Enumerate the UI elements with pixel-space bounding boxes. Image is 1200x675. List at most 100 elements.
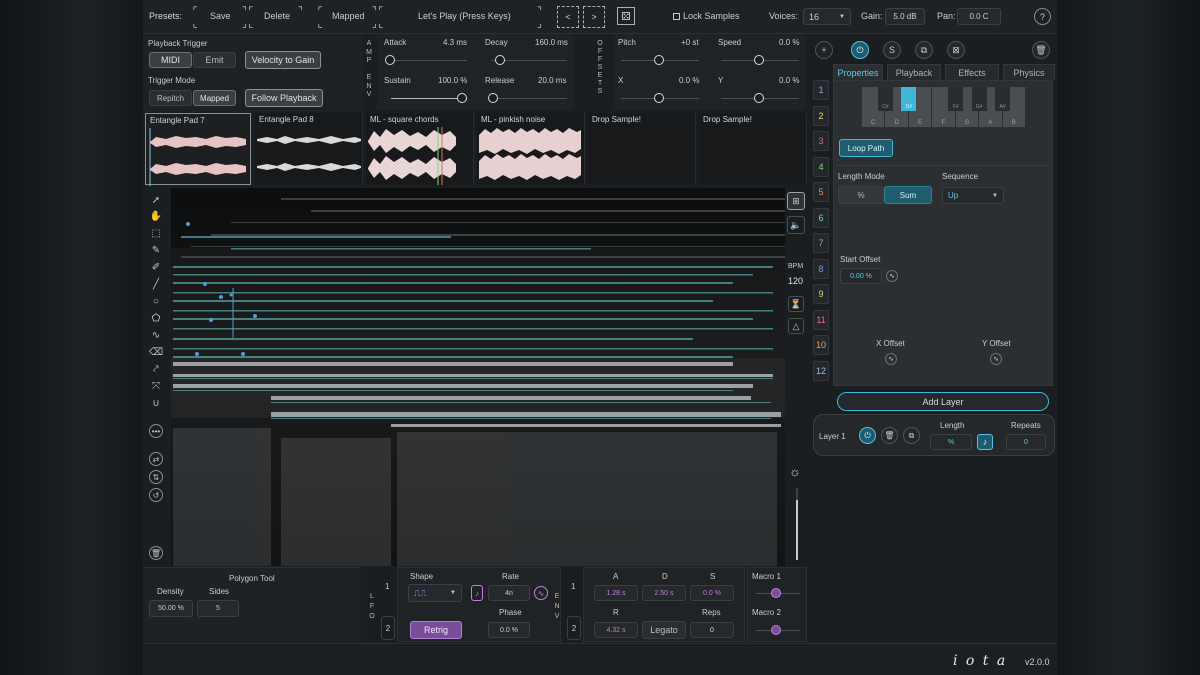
lfo-rate-field[interactable]: 4n: [488, 585, 530, 601]
sustain-slider-knob[interactable]: [457, 93, 467, 103]
sequence-dropdown[interactable]: Up ▼: [942, 187, 1004, 204]
metronome-icon[interactable]: ⏳: [788, 296, 804, 312]
layer-number-12[interactable]: 12: [813, 360, 829, 381]
loop-path-button[interactable]: Loop Path: [839, 139, 893, 157]
spectrogram-canvas[interactable]: [171, 188, 785, 566]
lfo-mod-icon[interactable]: ∿: [534, 586, 548, 600]
lfo-phase-field[interactable]: 0.0 %: [488, 622, 530, 638]
polygon-tool-icon[interactable]: ⬠: [149, 312, 163, 326]
flip-vertical-icon[interactable]: ⇅: [149, 470, 163, 484]
prev-preset-icon[interactable]: <: [557, 6, 579, 28]
midi-button[interactable]: MIDI: [149, 52, 192, 68]
eraser-icon[interactable]: ⌫: [149, 346, 163, 360]
speed-slider-knob[interactable]: [754, 55, 764, 65]
pan-field[interactable]: 0.0 C: [957, 8, 1001, 25]
start-offset-field[interactable]: 0.00 %: [840, 268, 882, 284]
sides-field[interactable]: 5: [197, 600, 239, 617]
help-icon[interactable]: ?: [1034, 8, 1051, 25]
next-preset-icon[interactable]: >: [583, 6, 605, 28]
clear-icon[interactable]: ⊠: [947, 41, 965, 59]
path-icon[interactable]: ⤤: [149, 363, 163, 377]
tab-physics[interactable]: Physics: [1003, 64, 1055, 80]
layer-number-1[interactable]: 1: [813, 80, 829, 100]
mapped-button[interactable]: Mapped: [193, 90, 236, 106]
layer-number-5[interactable]: 5: [813, 182, 829, 202]
swap-icon[interactable]: ⇄: [149, 452, 163, 466]
layer-number-10[interactable]: 10: [813, 335, 829, 355]
more-tools-icon[interactable]: •••: [149, 424, 163, 438]
line-icon[interactable]: ╱: [149, 278, 163, 292]
magnet-icon[interactable]: ∪: [149, 397, 163, 411]
lets-play-button[interactable]: Let's Play (Press Keys): [418, 11, 511, 21]
tab-playback[interactable]: Playback: [887, 64, 941, 80]
env-slot-2[interactable]: 2: [567, 616, 581, 640]
randomize-icon[interactable]: ⚄: [617, 7, 635, 25]
hand-icon[interactable]: ✋: [149, 210, 163, 224]
layer-number-3[interactable]: 3: [813, 131, 829, 151]
layer-number-7[interactable]: 7: [813, 233, 829, 253]
layer-number-8[interactable]: 8: [813, 258, 829, 279]
pencil-icon[interactable]: ✎: [149, 244, 163, 258]
layer-power-icon[interactable]: ⏻: [859, 427, 876, 444]
piano-black-key-2[interactable]: D#: [901, 87, 917, 111]
piano-black-key-5[interactable]: A#: [995, 87, 1011, 111]
emit-button[interactable]: Emit: [193, 52, 236, 68]
tab-properties[interactable]: Properties: [833, 64, 883, 80]
x-offset-slider-knob[interactable]: [654, 93, 664, 103]
sample-slot-5[interactable]: Drop Sample!: [588, 113, 696, 185]
gain-field[interactable]: 5.0 dB: [885, 8, 925, 25]
add-layer-button[interactable]: Add Layer: [837, 392, 1049, 411]
sample-slot-2[interactable]: Entangle Pad 8: [255, 113, 363, 185]
y-offset-slider-knob[interactable]: [754, 93, 764, 103]
node-icon[interactable]: ⤧: [149, 380, 163, 394]
sample-slot-6[interactable]: Drop Sample!: [699, 113, 807, 185]
lfo-shape-dropdown[interactable]: ⎍⎍ ▼: [408, 584, 462, 602]
lock-samples-checkbox[interactable]: [673, 13, 680, 20]
triangle-icon[interactable]: △: [788, 318, 804, 334]
layer-duplicate-icon[interactable]: ⧉: [903, 427, 920, 444]
layer-delete-icon[interactable]: 🗑: [881, 427, 898, 444]
env-r-field[interactable]: 4.32 s: [594, 622, 638, 638]
velocity-to-gain-button[interactable]: Velocity to Gain: [245, 51, 321, 69]
follow-playback-button[interactable]: Follow Playback: [245, 89, 323, 107]
brush-icon[interactable]: ✐: [149, 261, 163, 275]
clear-trash-icon[interactable]: 🗑: [149, 546, 163, 560]
env-slot-1[interactable]: 1: [571, 582, 575, 591]
modulation-icon[interactable]: ∿: [885, 353, 897, 365]
preset-selector[interactable]: Mapped: [332, 11, 365, 21]
sample-slot-4[interactable]: ML - pinkish noise: [477, 113, 585, 185]
layer-number-2[interactable]: 2: [813, 105, 829, 126]
note-sync-icon[interactable]: ♪: [977, 434, 993, 450]
env-d-field[interactable]: 2.50 s: [642, 585, 686, 601]
solo-icon[interactable]: S: [883, 41, 901, 59]
sample-slot-3[interactable]: ML - square chords: [366, 113, 474, 185]
speaker-icon[interactable]: 🔈: [787, 216, 805, 234]
circle-tool-icon[interactable]: ○: [149, 295, 163, 309]
layer-number-9[interactable]: 9: [813, 284, 829, 304]
brightness-icon[interactable]: ☼: [789, 464, 801, 479]
pitch-slider-knob[interactable]: [654, 55, 664, 65]
layer-repeats-field[interactable]: 0: [1006, 434, 1046, 450]
env-s-field[interactable]: 0.0 %: [690, 585, 734, 601]
macro-2-knob[interactable]: [771, 625, 781, 635]
layer-row[interactable]: Layer 1 ⏻ 🗑 ⧉ Length % ♪ Repeats 0: [813, 414, 1055, 456]
pointer-icon[interactable]: ➚: [149, 194, 163, 208]
piano-black-key-1[interactable]: C#: [877, 87, 893, 111]
select-region-icon[interactable]: ⬚: [149, 227, 163, 241]
piano-black-key-4[interactable]: G#: [971, 87, 987, 111]
repitch-button[interactable]: Repitch: [149, 90, 192, 106]
release-slider-knob[interactable]: [488, 93, 498, 103]
length-mode-sum-button[interactable]: Sum: [884, 186, 932, 204]
decay-slider-knob[interactable]: [495, 55, 505, 65]
tab-effects[interactable]: Effects: [945, 64, 999, 80]
power-icon[interactable]: ⏻: [851, 41, 869, 59]
layer-number-4[interactable]: 4: [813, 156, 829, 177]
layer-number-11[interactable]: 11: [813, 309, 829, 330]
lfo-slot-2[interactable]: 2: [381, 616, 395, 640]
macro-1-knob[interactable]: [771, 588, 781, 598]
layer-number-6[interactable]: 6: [813, 207, 829, 228]
wave-tool-icon[interactable]: ∿: [149, 329, 163, 343]
env-a-field[interactable]: 1.28 s: [594, 585, 638, 601]
save-button[interactable]: Save: [210, 11, 231, 21]
modulation-icon[interactable]: ∿: [886, 270, 898, 282]
